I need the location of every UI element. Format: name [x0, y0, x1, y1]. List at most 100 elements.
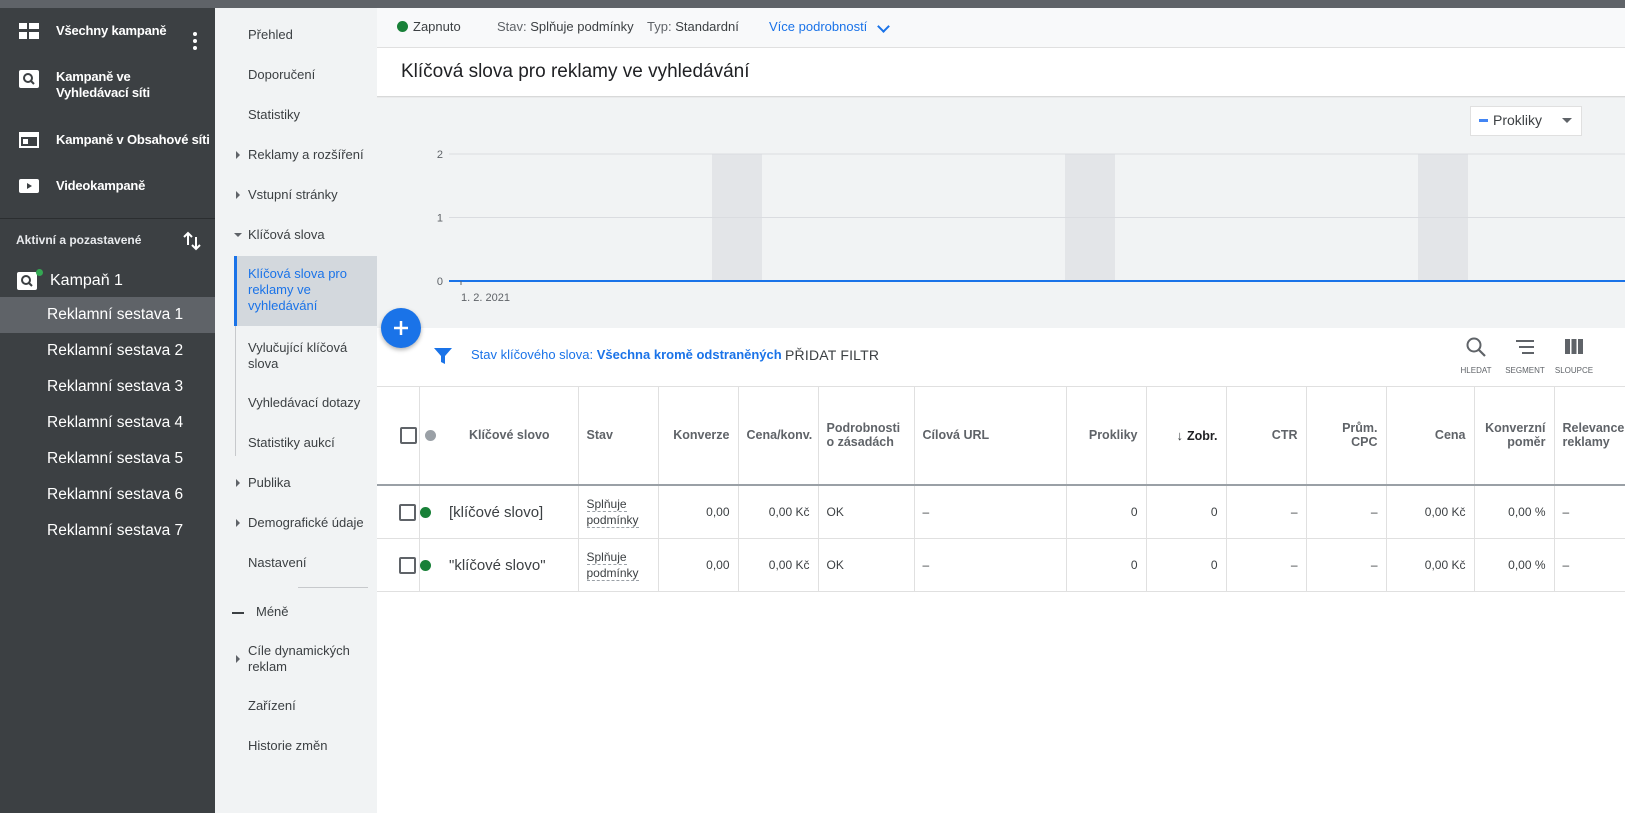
nav-label: Videokampaně	[56, 178, 146, 193]
col-ad-relevance[interactable]: Relevance reklamy	[1554, 386, 1625, 486]
nav-label: Všechny kampaně	[56, 23, 167, 38]
col-impressions[interactable]: ↓ Zobr.	[1146, 386, 1227, 486]
ad-group-label: Reklamní sestava 3	[47, 378, 184, 395]
add-keyword-button[interactable]	[381, 308, 421, 348]
impressions-cell: 0	[1146, 538, 1227, 592]
col-clicks[interactable]: Prokliky	[1066, 386, 1147, 486]
segment-icon	[1516, 340, 1534, 354]
table-header-row: Klíčové slovo Stav Konverze Cena/konv. P…	[377, 386, 1625, 486]
ad-group-item[interactable]: Reklamní sestava 7	[0, 513, 215, 549]
page-menu: Přehled Doporučení Statistiky Reklamy a …	[215, 8, 380, 813]
col-cost-per-conv[interactable]: Cena/konv.	[738, 386, 819, 486]
table-row: "klíčové slovo" Splňuje podmínky 0,00 0,…	[377, 538, 1625, 592]
state-info: Stav: Splňuje podmínky	[497, 19, 634, 34]
policy-cell: OK	[818, 485, 915, 539]
window-top-bar	[0, 0, 1625, 8]
ad-group-label: Reklamní sestava 6	[47, 486, 184, 503]
nav-video-campaigns[interactable]: Videokampaně	[0, 166, 215, 206]
campaign-sidebar: Všechny kampaně Kampaně ve Vyhledávací s…	[0, 8, 215, 813]
ad-relevance-cell: –	[1554, 485, 1625, 539]
performance-chart: 0 1 2 1. 2. 2021 Prokliky	[377, 98, 1625, 328]
main-content: Zapnuto Stav: Splňuje podmínky Typ: Stan…	[377, 8, 1625, 813]
nav-label: Kampaně v Obsahové síti	[56, 132, 210, 147]
status-cell[interactable]: Splňuje podmínky	[578, 485, 659, 539]
columns-icon	[1565, 339, 1583, 354]
more-options-icon[interactable]	[193, 32, 197, 53]
columns-tool-button[interactable]: SLOUPCE	[1552, 336, 1596, 375]
nav-display-campaigns[interactable]: Kampaně v Obsahové síti	[0, 120, 215, 160]
nav-label: Kampaně ve Vyhledávací síti	[56, 69, 150, 100]
conversions-cell: 0,00	[658, 485, 739, 539]
row-status-dot	[419, 485, 441, 539]
keyword-cell[interactable]: "klíčové slovo"	[441, 538, 579, 592]
search-icon	[18, 68, 40, 90]
ad-group-item[interactable]: Reklamní sestava 5	[0, 441, 215, 477]
ad-group-label: Reklamní sestava 1	[47, 306, 184, 323]
grid-icon	[18, 20, 40, 42]
chevron-down-icon[interactable]	[877, 20, 890, 33]
clicks-cell: 0	[1066, 485, 1147, 539]
enabled-status: Zapnuto	[413, 19, 461, 34]
status-cell[interactable]: Splňuje podmínky	[578, 538, 659, 592]
segment-tool-button[interactable]: SEGMENT	[1503, 336, 1547, 375]
col-cost[interactable]: Cena	[1386, 386, 1475, 486]
col-keyword[interactable]: Klíčové slovo	[441, 386, 579, 486]
tool-label: SLOUPCE	[1554, 366, 1594, 375]
menu-keywords-search[interactable]: Klíčová slova pro reklamy ve vyhledávání	[234, 256, 380, 326]
status-dot	[397, 21, 408, 32]
section-label: Aktivní a pozastavené	[16, 233, 142, 247]
final-url-cell: –	[914, 485, 1067, 539]
campaign-name: Kampaň 1	[50, 272, 123, 289]
ad-group-item[interactable]: Reklamní sestava 6	[0, 477, 215, 513]
dropdown-caret-icon	[1562, 118, 1572, 123]
cost-cell: 0,00 Kč	[1386, 538, 1475, 592]
table-row: [klíčové slovo] Splňuje podmínky 0,00 0,…	[377, 485, 1625, 539]
conversions-cell: 0,00	[658, 538, 739, 592]
ad-group-item[interactable]: Reklamní sestava 3	[0, 369, 215, 405]
filter-icon[interactable]	[434, 347, 452, 370]
keyword-cell[interactable]: [klíčové slovo]	[441, 485, 579, 539]
ad-group-label: Reklamní sestava 7	[47, 522, 184, 539]
display-icon	[18, 129, 40, 151]
col-final-url[interactable]: Cílová URL	[914, 386, 1067, 486]
caret-right-icon	[236, 479, 240, 487]
conv-rate-cell: 0,00 %	[1474, 485, 1555, 539]
divider	[298, 587, 368, 588]
ad-group-item[interactable]: Reklamní sestava 4	[0, 405, 215, 441]
keywords-table: Klíčové slovo Stav Konverze Cena/konv. P…	[377, 386, 1625, 592]
row-checkbox[interactable]	[377, 538, 420, 592]
ad-group-item[interactable]: Reklamní sestava 2	[0, 333, 215, 369]
status-bar: Zapnuto Stav: Splňuje podmínky Typ: Stan…	[377, 8, 1625, 48]
minus-icon	[232, 612, 244, 614]
sort-desc-icon: ↓	[1176, 427, 1183, 443]
avg-cpc-cell: –	[1306, 538, 1387, 592]
search-tool-button[interactable]: HLEDAT	[1454, 336, 1498, 375]
status-filter-chip[interactable]: Stav klíčového slova: Všechna kromě odst…	[471, 347, 782, 362]
nav-all-campaigns[interactable]: Všechny kampaně	[0, 8, 215, 54]
add-filter-button[interactable]: PŘIDAT FILTR	[785, 347, 879, 363]
metric-selector[interactable]: Prokliky	[1470, 106, 1582, 136]
col-status[interactable]: Stav	[578, 386, 659, 486]
col-policy-details[interactable]: Podrobnosti o zásadách	[818, 386, 915, 486]
nav-search-campaigns[interactable]: Kampaně ve Vyhledávací síti	[0, 58, 215, 110]
more-details-link[interactable]: Více podrobností	[769, 19, 867, 34]
sort-icon[interactable]	[183, 230, 201, 252]
row-checkbox[interactable]	[377, 485, 420, 539]
campaign-item[interactable]: Kampaň 1	[0, 263, 215, 299]
col-conversions[interactable]: Konverze	[658, 386, 739, 486]
ad-group-item[interactable]: Reklamní sestava 1	[0, 297, 215, 333]
caret-right-icon	[236, 519, 240, 527]
ad-group-label: Reklamní sestava 2	[47, 342, 184, 359]
search-campaign-icon	[16, 270, 38, 292]
caret-down-icon	[234, 233, 242, 237]
col-avg-cpc[interactable]: Prům. CPC	[1306, 386, 1387, 486]
final-url-cell: –	[914, 538, 1067, 592]
page-title: Klíčová slova pro reklamy ve vyhledávání	[401, 61, 750, 82]
col-conv-rate[interactable]: Konverzní poměr	[1474, 386, 1555, 486]
cost-per-conv-cell: 0,00 Kč	[738, 485, 819, 539]
select-all-checkbox[interactable]	[377, 386, 420, 486]
cost-cell: 0,00 Kč	[1386, 485, 1475, 539]
cost-per-conv-cell: 0,00 Kč	[738, 538, 819, 592]
col-ctr[interactable]: CTR	[1226, 386, 1307, 486]
type-info: Typ: Standardní	[647, 19, 739, 34]
